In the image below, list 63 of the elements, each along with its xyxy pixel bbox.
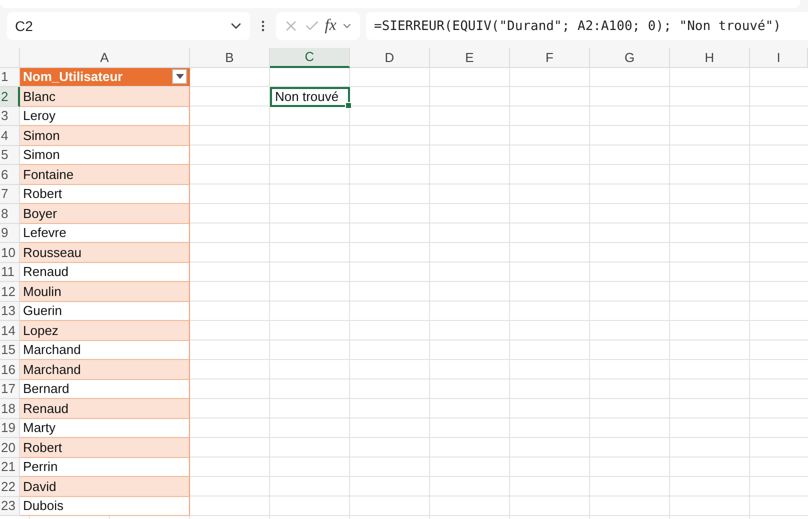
active-cell[interactable]: Non trouvé [270, 87, 350, 106]
row-number[interactable]: 15 [0, 340, 20, 360]
table-cell: Perrin [20, 458, 190, 477]
row-number[interactable]: 13 [0, 302, 20, 321]
row-number[interactable]: 21 [0, 458, 20, 477]
table-cell: Moulin [20, 282, 190, 302]
column-header[interactable]: E [430, 48, 510, 68]
table-cell: Rousseau [20, 243, 190, 262]
row-number[interactable]: 12 [0, 282, 20, 302]
row-number[interactable]: 2 [0, 87, 20, 106]
table-cell: Bernard [20, 380, 190, 399]
row-number[interactable]: 18 [0, 399, 20, 418]
table-cell: Marchand [20, 340, 190, 360]
table-cell: Marchand [20, 360, 190, 380]
header-label: Nom_Utilisateur [23, 69, 123, 84]
table-cell: Boyer [20, 204, 190, 224]
table-cell: Renaud [20, 262, 190, 282]
column-header[interactable]: B [190, 48, 270, 68]
table-cell: Blanc [20, 87, 190, 106]
fill-handle[interactable] [345, 102, 352, 108]
formula-field[interactable]: =SIERREUR(EQUIV("Durand"; A2:A100; 0); "Non trouvé") [366, 12, 808, 40]
row-number[interactable]: 4 [0, 126, 20, 146]
row-number[interactable]: 5 [0, 146, 20, 165]
table-cell: Lopez [20, 321, 190, 340]
row-number[interactable]: 1 [0, 68, 20, 87]
row-number[interactable]: 11 [0, 262, 20, 282]
insert-function-button[interactable]: fx [324, 17, 336, 35]
row-number[interactable]: 17 [0, 380, 20, 399]
table-cell: Dubois [20, 496, 190, 516]
column-header[interactable]: C [270, 48, 350, 68]
column-header[interactable]: A [20, 48, 190, 68]
table-cell: Renaud [20, 399, 190, 418]
row-number[interactable]: 14 [0, 321, 20, 340]
row-number[interactable]: 8 [0, 204, 20, 224]
column-header[interactable]: H [670, 48, 750, 68]
row-number[interactable]: 16 [0, 360, 20, 380]
table-cell: Lefevre [20, 224, 190, 243]
row-number[interactable]: 20 [0, 438, 20, 458]
row-number[interactable]: 3 [0, 106, 20, 126]
table-cell: Robert [20, 184, 190, 204]
table-cell: David [20, 477, 190, 496]
table-cell: Robert [20, 438, 190, 458]
row-number[interactable]: 23 [0, 496, 20, 516]
name-box-value: C2 [15, 18, 33, 34]
row-number[interactable]: 10 [0, 243, 20, 262]
row-number[interactable]: 19 [0, 418, 20, 438]
row-number[interactable]: 6 [0, 165, 20, 184]
table-cell: Simon [20, 146, 190, 165]
table-cell: Guerin [20, 302, 190, 321]
column-header[interactable]: I [750, 48, 808, 68]
table-cell: Simon [20, 126, 190, 146]
row-number[interactable]: 9 [0, 224, 20, 243]
name-box[interactable]: C2 [7, 12, 250, 40]
column-header[interactable]: G [590, 48, 670, 68]
row-number[interactable]: 7 [0, 184, 20, 204]
table-cell: Marty [20, 418, 190, 438]
table-cell: Leroy [20, 106, 190, 126]
row-number[interactable]: 22 [0, 477, 20, 496]
column-header[interactable]: F [510, 48, 590, 68]
column-header[interactable]: D [350, 48, 430, 68]
table-cell: Fontaine [20, 165, 190, 184]
dropdown-icon [176, 74, 184, 80]
filter-button[interactable] [172, 69, 187, 84]
